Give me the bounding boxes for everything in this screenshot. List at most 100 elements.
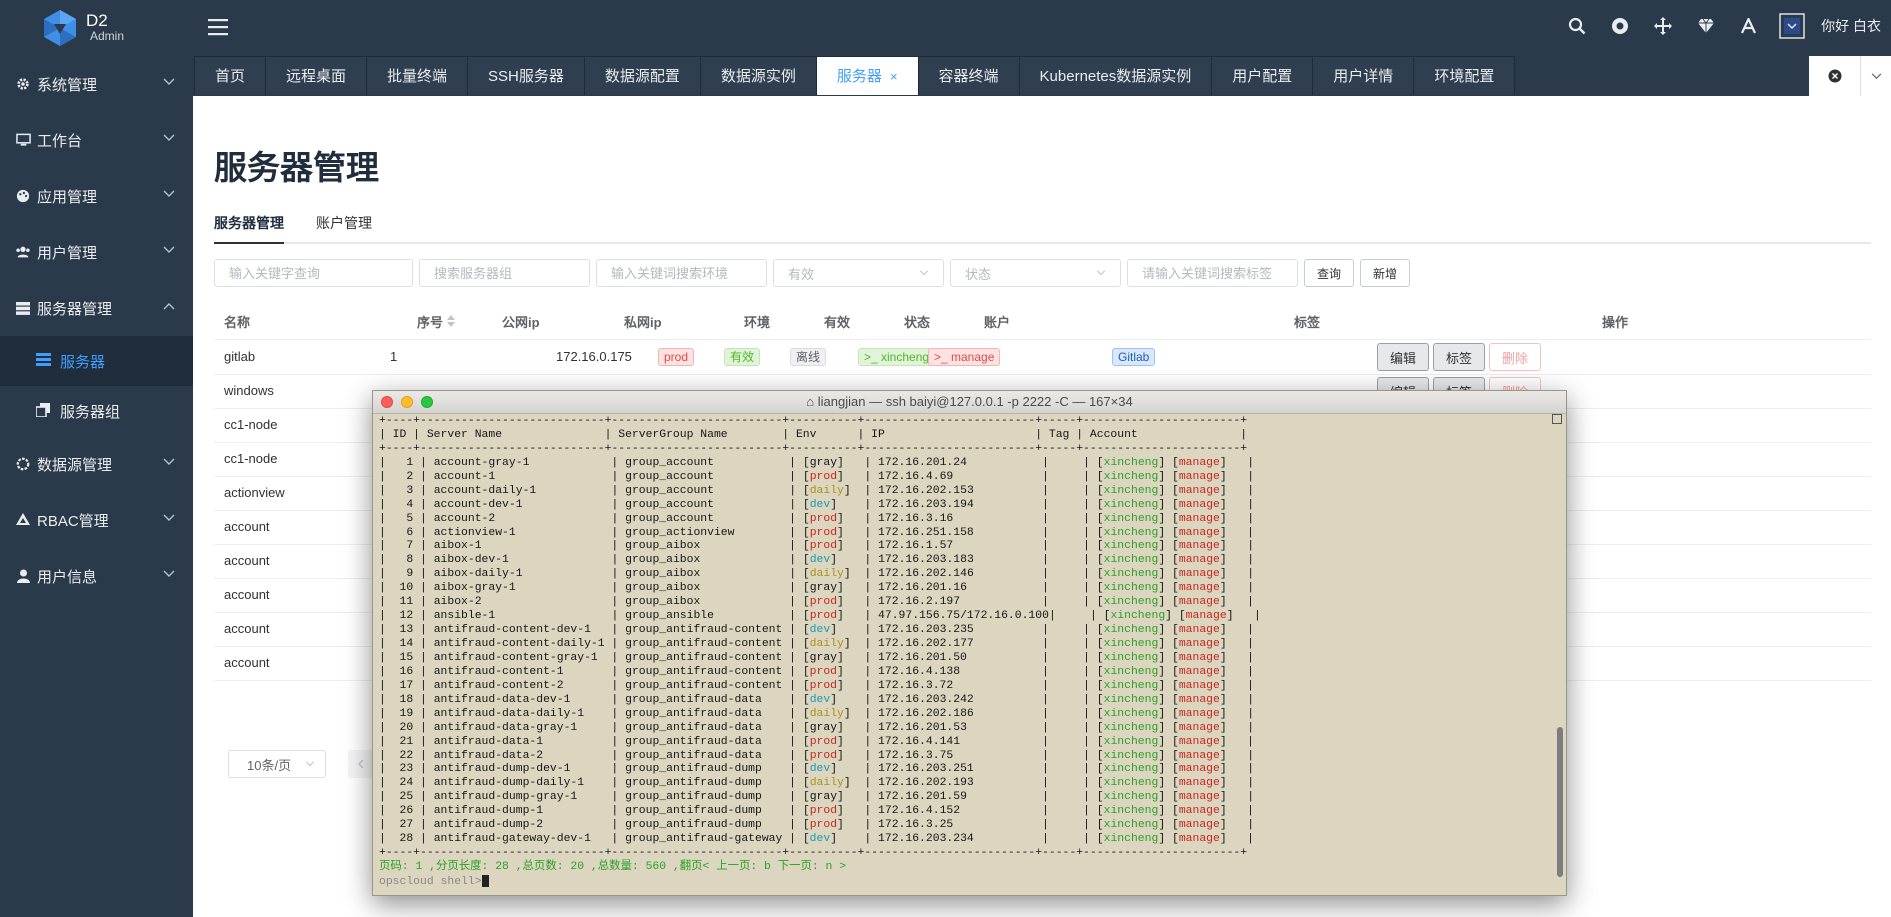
row-ip: 47.97.156.75/172.16.0.100 [878, 610, 1049, 623]
chevron-down-icon [305, 761, 315, 767]
terminal-row: | 5 | account-2 | group_account | [prod]… [379, 512, 1255, 525]
user-greeting[interactable]: 你好 白衣 [1813, 16, 1891, 36]
tab-datasource-config[interactable]: 数据源配置 [583, 56, 701, 95]
account-value: xincheng [1103, 791, 1159, 804]
tab-home[interactable]: 首页 [194, 56, 267, 95]
split-pane-icon[interactable] [1552, 414, 1562, 424]
row-id: 8 [406, 554, 414, 567]
tag-input[interactable] [1127, 259, 1298, 287]
row-server-name: antifraud-gateway-dev-1 [433, 833, 591, 846]
sidebar-item-rbac[interactable]: RBAC管理 [0, 492, 193, 548]
font-icon[interactable] [1727, 0, 1770, 52]
terminal-row: | 3 | account-daily-1 | group_account | … [379, 484, 1255, 497]
tag-button[interactable]: 标签 [1433, 343, 1486, 371]
sidebar-item-server-group[interactable]: 服务器组 [0, 386, 193, 436]
close-icon[interactable]: × [890, 69, 898, 84]
shield-icon [15, 512, 31, 528]
terminal-row: | 20 | antifraud-data-gray-1 | group_ant… [379, 721, 1255, 734]
prev-page-button[interactable] [348, 750, 374, 778]
zoom-window-icon[interactable] [421, 396, 433, 408]
tab-remote-desktop[interactable]: 远程桌面 [265, 56, 368, 95]
row-group-name: group_antifraud-content [625, 638, 783, 650]
row-id: 6 [406, 526, 414, 539]
row-id: 17 [399, 679, 414, 692]
move-icon[interactable] [1641, 0, 1684, 52]
query-button[interactable]: 查询 [1304, 259, 1355, 287]
terminal-scrollbar[interactable] [1557, 727, 1563, 877]
account-value: manage [1178, 693, 1220, 706]
col-env: 环境 [744, 315, 771, 330]
chevron-down-icon[interactable] [1861, 72, 1891, 80]
sidebar-item-server[interactable]: 服务器 [0, 336, 193, 386]
edit-button[interactable]: 编辑 [1377, 343, 1430, 371]
hamburger-icon[interactable] [208, 18, 228, 36]
shell-prompt-line[interactable]: opscloud shell> [379, 874, 1549, 889]
col-public-ip: 公网ip [502, 315, 540, 330]
account-value: xincheng [1103, 568, 1159, 581]
row-server-name: account-2 [433, 512, 496, 525]
valid-select[interactable]: 有效 [773, 259, 944, 287]
sidebar-item-datasource[interactable]: 数据源管理 [0, 436, 193, 492]
record-icon[interactable] [1598, 0, 1641, 52]
tab-user-config[interactable]: 用户配置 [1211, 56, 1314, 95]
diamond-icon[interactable] [1684, 0, 1727, 52]
tab-batch-terminal[interactable]: 批量终端 [366, 56, 469, 95]
account-tag[interactable]: >_ xincheng [858, 348, 936, 366]
terminal-row: | 25 | antifraud-dump-gray-1 | group_ant… [379, 791, 1255, 804]
minimize-window-icon[interactable] [401, 396, 413, 408]
col-private-ip: 私网ip [624, 315, 662, 330]
close-window-icon[interactable] [381, 396, 393, 408]
add-button[interactable]: 新增 [1360, 259, 1411, 287]
shell-prompt: opscloud shell> [379, 875, 482, 888]
row-group-name: group_account [625, 498, 714, 511]
delete-button[interactable]: 删除 [1489, 343, 1542, 371]
tab-server[interactable]: 服务器 × [815, 56, 919, 95]
env-value: dev [809, 498, 831, 511]
sidebar-item-users[interactable]: 用户管理 [0, 224, 193, 280]
tab-account-management[interactable]: 账户管理 [316, 213, 372, 242]
close-all-icon[interactable] [1809, 56, 1862, 96]
row-server-name: antifraud-content-gray-1 [433, 651, 598, 664]
terminal-titlebar[interactable]: ⌂ liangjian — ssh baiyi@127.0.0.1 -p 222… [373, 391, 1566, 414]
logo[interactable]: D2 Admin [40, 5, 124, 50]
tab-kubernetes-instance[interactable]: Kubernetes数据源实例 [1018, 56, 1213, 95]
page-size-select[interactable]: 10条/页 [228, 750, 326, 778]
table-border: +----+---------------------------+------… [379, 847, 1248, 860]
sidebar-item-apps[interactable]: 应用管理 [0, 168, 193, 224]
row-server-name: antifraud-content-daily-1 [433, 638, 605, 650]
row-server-name: antifraud-content-1 [433, 665, 564, 678]
tab-server-management[interactable]: 服务器管理 [214, 213, 284, 244]
sidebar-item-workbench[interactable]: 工作台 [0, 112, 193, 168]
terminal-output[interactable]: +----+---------------------------+------… [379, 415, 1549, 893]
env-value: prod [809, 512, 838, 525]
row-id: 22 [399, 749, 414, 762]
search-icon[interactable] [1555, 0, 1598, 52]
tab-ssh-server[interactable]: SSH服务器 [467, 56, 585, 95]
status-select[interactable]: 状态 [950, 259, 1121, 287]
private-ip: 172.16.0.175 [556, 349, 632, 364]
col-serial[interactable]: 序号 [417, 312, 455, 331]
theme-icon[interactable] [1770, 0, 1813, 52]
row-id: 3 [406, 484, 414, 497]
sort-icon[interactable] [446, 315, 455, 327]
row-ip: 172.16.3.75 [878, 749, 954, 762]
account-value: xincheng [1103, 526, 1159, 539]
sidebar-item-server-mgmt[interactable]: 服务器管理 [0, 280, 193, 336]
terminal-window[interactable]: ⌂ liangjian — ssh baiyi@127.0.0.1 -p 222… [372, 390, 1567, 896]
logo-subtitle: Admin [90, 29, 125, 43]
sidebar-item-userinfo[interactable]: 用户信息 [0, 548, 193, 604]
account-tag[interactable]: >_ manage [928, 348, 1001, 366]
account-value: manage [1178, 777, 1220, 790]
env-input[interactable] [596, 259, 767, 287]
tab-user-detail[interactable]: 用户详情 [1312, 56, 1415, 95]
sidebar-item-system[interactable]: 系统管理 [0, 56, 193, 112]
tab-env-config[interactable]: 环境配置 [1413, 56, 1516, 95]
tab-container-terminal[interactable]: 容器终端 [917, 56, 1020, 95]
env-value: daily [809, 568, 844, 581]
terminal-row: | 1 | account-gray-1 | group_account | [… [379, 456, 1255, 469]
table-header: 名称 序号 公网ip 私网ip 环境 有效 状态 账户 标签 操作 [214, 302, 1871, 340]
server-group-input[interactable] [419, 259, 590, 287]
tab-datasource-instance[interactable]: 数据源实例 [699, 56, 817, 95]
keyword-input[interactable] [214, 259, 413, 287]
env-value: prod [809, 470, 838, 483]
